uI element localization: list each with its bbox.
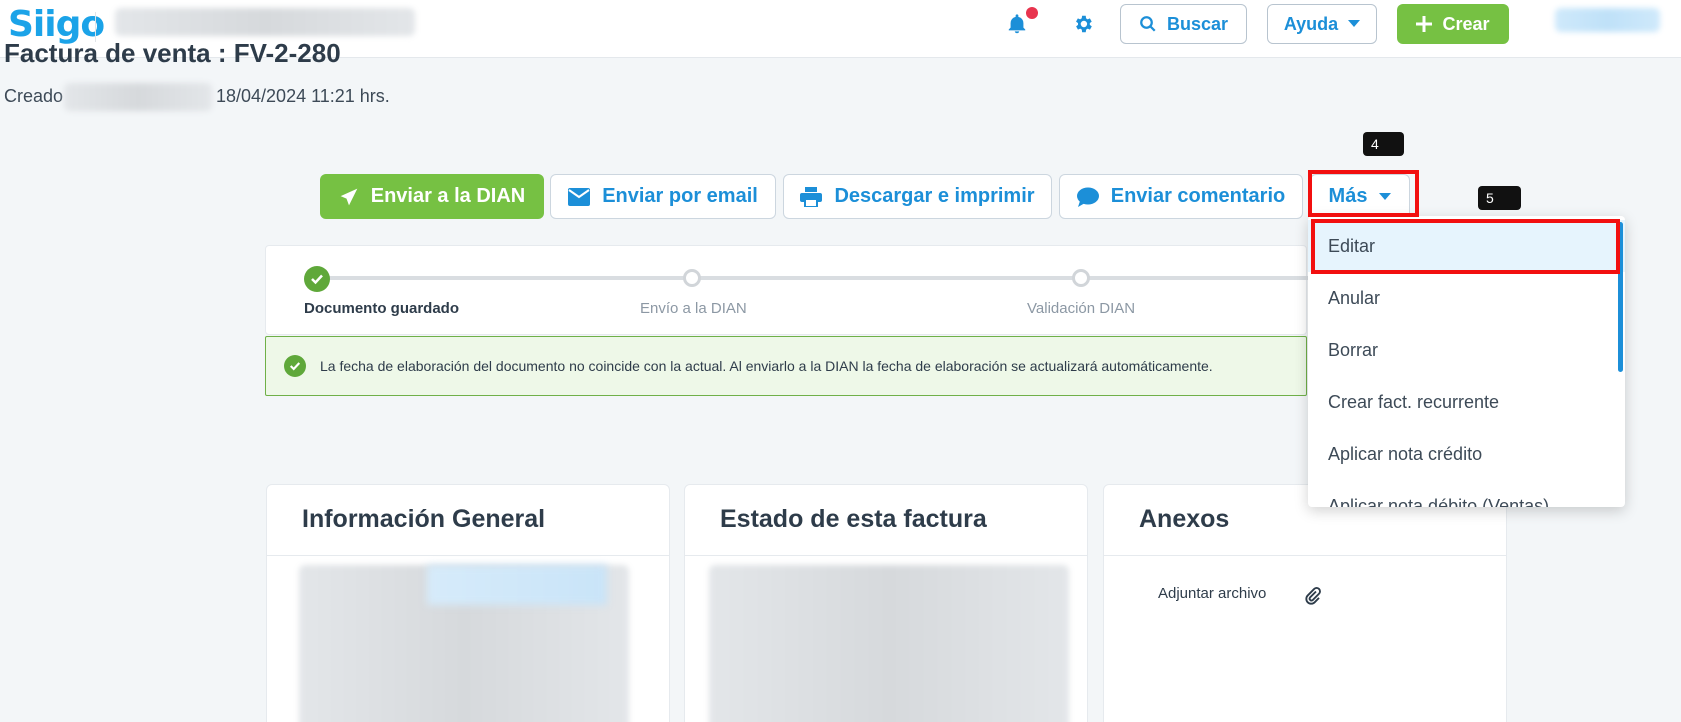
invoice-status-redacted [709, 565, 1069, 722]
paper-plane-icon [340, 188, 358, 205]
step-pending-dot [1072, 269, 1090, 287]
send-to-dian-button[interactable]: Enviar a la DIAN [320, 174, 544, 219]
search-button[interactable]: Buscar [1120, 4, 1247, 44]
menu-item-recurring-invoice[interactable]: Crear fact. recurrente [1308, 376, 1625, 428]
document-progress-card: Documento guardado Envío a la DIAN Valid… [265, 245, 1326, 335]
printer-icon [800, 186, 823, 207]
card-divider [267, 555, 669, 556]
send-email-button[interactable]: Enviar por email [550, 174, 776, 219]
download-print-button[interactable]: Descargar e imprimir [783, 174, 1052, 219]
date-notice-banner: La fecha de elaboración del documento no… [265, 336, 1307, 396]
step-label-sent: Envío a la DIAN [640, 300, 747, 317]
comment-bubble-icon [1076, 187, 1099, 207]
general-info-title: Información General [302, 505, 546, 533]
search-icon [1140, 16, 1156, 32]
attachments-card: Anexos Adjuntar archivo [1103, 484, 1507, 722]
send-to-dian-label: Enviar a la DIAN [370, 185, 526, 207]
chevron-down-icon [1348, 20, 1361, 27]
highlight-box-more [1308, 170, 1419, 217]
notifications-bell-icon[interactable] [1006, 13, 1028, 35]
step-done-check-icon [304, 266, 330, 292]
search-button-label: Buscar [1166, 13, 1229, 34]
card-divider [1104, 555, 1506, 556]
menu-item-credit-note[interactable]: Aplicar nota crédito [1308, 428, 1625, 480]
notification-badge [1026, 7, 1038, 19]
check-circle-icon [284, 355, 306, 377]
created-label: Creado [4, 86, 64, 106]
attach-file-label[interactable]: Adjuntar archivo [1158, 585, 1266, 602]
plus-icon [1416, 16, 1433, 32]
create-button-label: Crear [1442, 13, 1490, 34]
step-tag-5: 5 [1478, 186, 1521, 210]
created-date: 18/04/2024 11:21 hrs. [216, 86, 390, 106]
menu-item-delete[interactable]: Borrar [1308, 324, 1625, 376]
step-label-validation: Validación DIAN [1027, 300, 1136, 317]
card-divider [685, 555, 1087, 556]
invoice-status-card: Estado de esta factura [684, 484, 1088, 722]
help-button-label: Ayuda [1283, 13, 1339, 34]
menu-item-annul[interactable]: Anular [1308, 272, 1625, 324]
attachments-title: Anexos [1139, 505, 1230, 533]
company-name-redacted[interactable] [115, 8, 415, 36]
paperclip-icon[interactable] [1304, 585, 1322, 607]
notice-text: La fecha de elaboración del documento no… [320, 358, 1213, 374]
invoice-status-title: Estado de esta factura [720, 505, 987, 533]
send-email-label: Enviar por email [602, 185, 758, 207]
step-pending-dot [683, 269, 701, 287]
step-tag-4: 4 [1363, 132, 1404, 156]
user-name-redacted[interactable] [1555, 8, 1660, 32]
creator-name-redacted [64, 83, 212, 111]
send-comment-label: Enviar comentario [1110, 185, 1286, 207]
page-title: Factura de venta : FV-2-280 [4, 38, 341, 68]
settings-gear-icon[interactable] [1072, 13, 1094, 35]
help-dropdown-button[interactable]: Ayuda [1267, 4, 1377, 44]
progress-track [316, 276, 1326, 280]
step-label-saved: Documento guardado [304, 300, 460, 317]
envelope-icon [568, 187, 591, 206]
download-print-label: Descargar e imprimir [834, 185, 1035, 207]
create-button[interactable]: Crear [1397, 4, 1509, 44]
highlight-box-edit [1311, 219, 1620, 274]
customer-link-redacted[interactable] [427, 565, 607, 605]
send-comment-button[interactable]: Enviar comentario [1059, 174, 1303, 219]
general-info-card: Información General [266, 484, 670, 722]
menu-item-debit-note[interactable]: Aplicar nota débito (Ventas) [1308, 480, 1625, 508]
